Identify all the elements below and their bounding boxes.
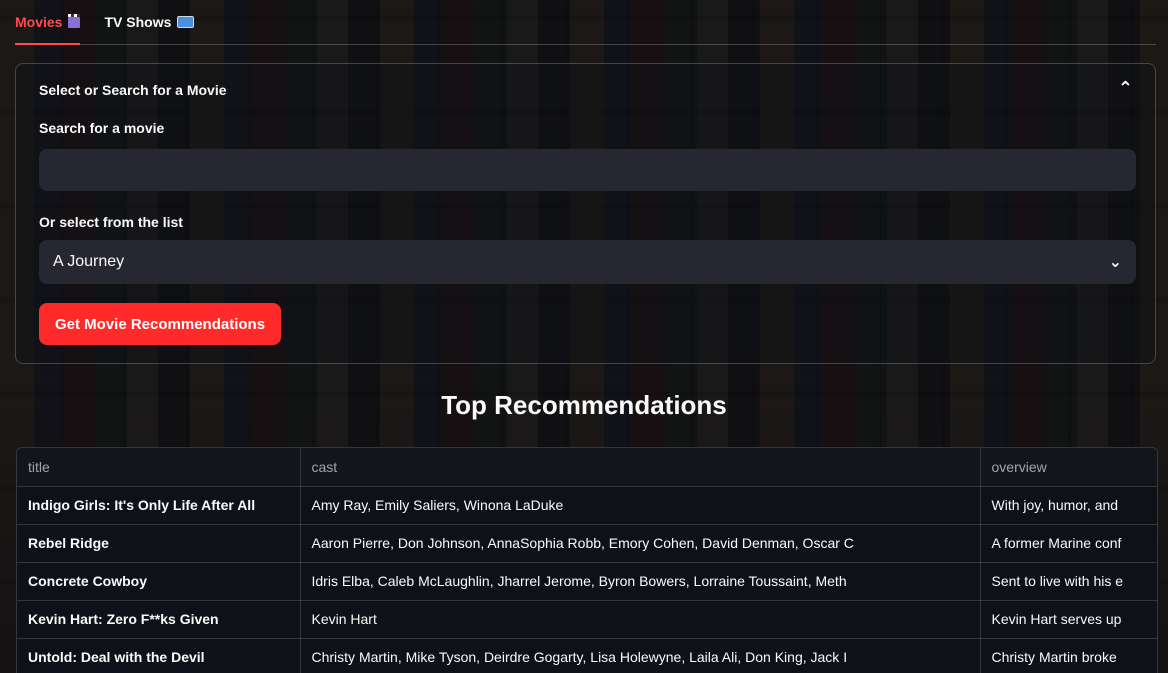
cell-title: Kevin Hart: Zero F**ks Given (17, 600, 301, 639)
tv-icon (177, 16, 195, 28)
tab-movies[interactable]: Movies (15, 0, 81, 45)
select-label: Or select from the list (39, 214, 183, 230)
cell-overview: A former Marine conf (980, 524, 1157, 563)
cell-overview: Kevin Hart serves up (980, 600, 1157, 639)
recommendations-heading: Top Recommendations (441, 390, 727, 420)
cell-cast: Kevin Hart (300, 600, 981, 639)
movie-select-expander: Select or Search for a Movie ⌃ Search fo… (15, 63, 1156, 364)
column-header-cast[interactable]: cast (300, 448, 981, 487)
table-row[interactable]: Rebel Ridge Aaron Pierre, Don Johnson, A… (17, 524, 1157, 563)
expander-title[interactable]: Select or Search for a Movie (39, 82, 227, 98)
get-recommendations-button[interactable]: Get Movie Recommendations (39, 303, 282, 345)
column-header-overview[interactable]: overview (980, 448, 1157, 487)
search-label: Search for a movie (39, 120, 165, 136)
clapperboard-icon (68, 13, 81, 28)
tab-movies-label: Movies (15, 14, 63, 30)
table-row[interactable]: Concrete Cowboy Idris Elba, Caleb McLaug… (17, 562, 1157, 601)
cell-title: Untold: Deal with the Devil (17, 638, 301, 673)
recommendations-table[interactable]: title cast overview Indigo Girls: It's O… (16, 447, 1158, 673)
movie-select-dropdown[interactable]: A Journey ⌄ (39, 240, 1136, 284)
cell-cast: Idris Elba, Caleb McLaughlin, Jharrel Je… (300, 562, 981, 601)
tab-bar: Movies TV Shows (15, 0, 1156, 45)
table-header-row: title cast overview (17, 448, 1157, 487)
cell-cast: Aaron Pierre, Don Johnson, AnnaSophia Ro… (300, 524, 981, 563)
cell-overview: With joy, humor, and (980, 486, 1157, 525)
cell-title: Indigo Girls: It's Only Life After All (17, 486, 301, 525)
table-row[interactable]: Untold: Deal with the Devil Christy Mart… (17, 638, 1157, 673)
table-row[interactable]: Indigo Girls: It's Only Life After All A… (17, 486, 1157, 525)
tab-tv-shows[interactable]: TV Shows (104, 0, 195, 44)
search-input[interactable] (39, 149, 1136, 191)
main-content: Movies TV Shows Select or Search for a M… (0, 0, 1168, 673)
cell-overview: Christy Martin broke (980, 638, 1157, 673)
cell-overview: Sent to live with his e (980, 562, 1157, 601)
app-root: Movies TV Shows Select or Search for a M… (0, 0, 1168, 673)
cell-title: Rebel Ridge (17, 524, 301, 563)
column-header-title[interactable]: title (17, 448, 301, 487)
cell-title: Concrete Cowboy (17, 562, 301, 601)
recommendations-grid: title cast overview Indigo Girls: It's O… (17, 448, 1157, 673)
chevron-down-icon: ⌄ (1108, 254, 1122, 271)
select-value: A Journey (53, 253, 125, 270)
table-row[interactable]: Kevin Hart: Zero F**ks Given Kevin Hart … (17, 600, 1157, 639)
chevron-up-icon[interactable]: ⌃ (1118, 78, 1133, 99)
cell-cast: Christy Martin, Mike Tyson, Deirdre Goga… (300, 638, 981, 673)
cell-cast: Amy Ray, Emily Saliers, Winona LaDuke (300, 486, 981, 525)
tab-tv-shows-label: TV Shows (104, 14, 172, 30)
